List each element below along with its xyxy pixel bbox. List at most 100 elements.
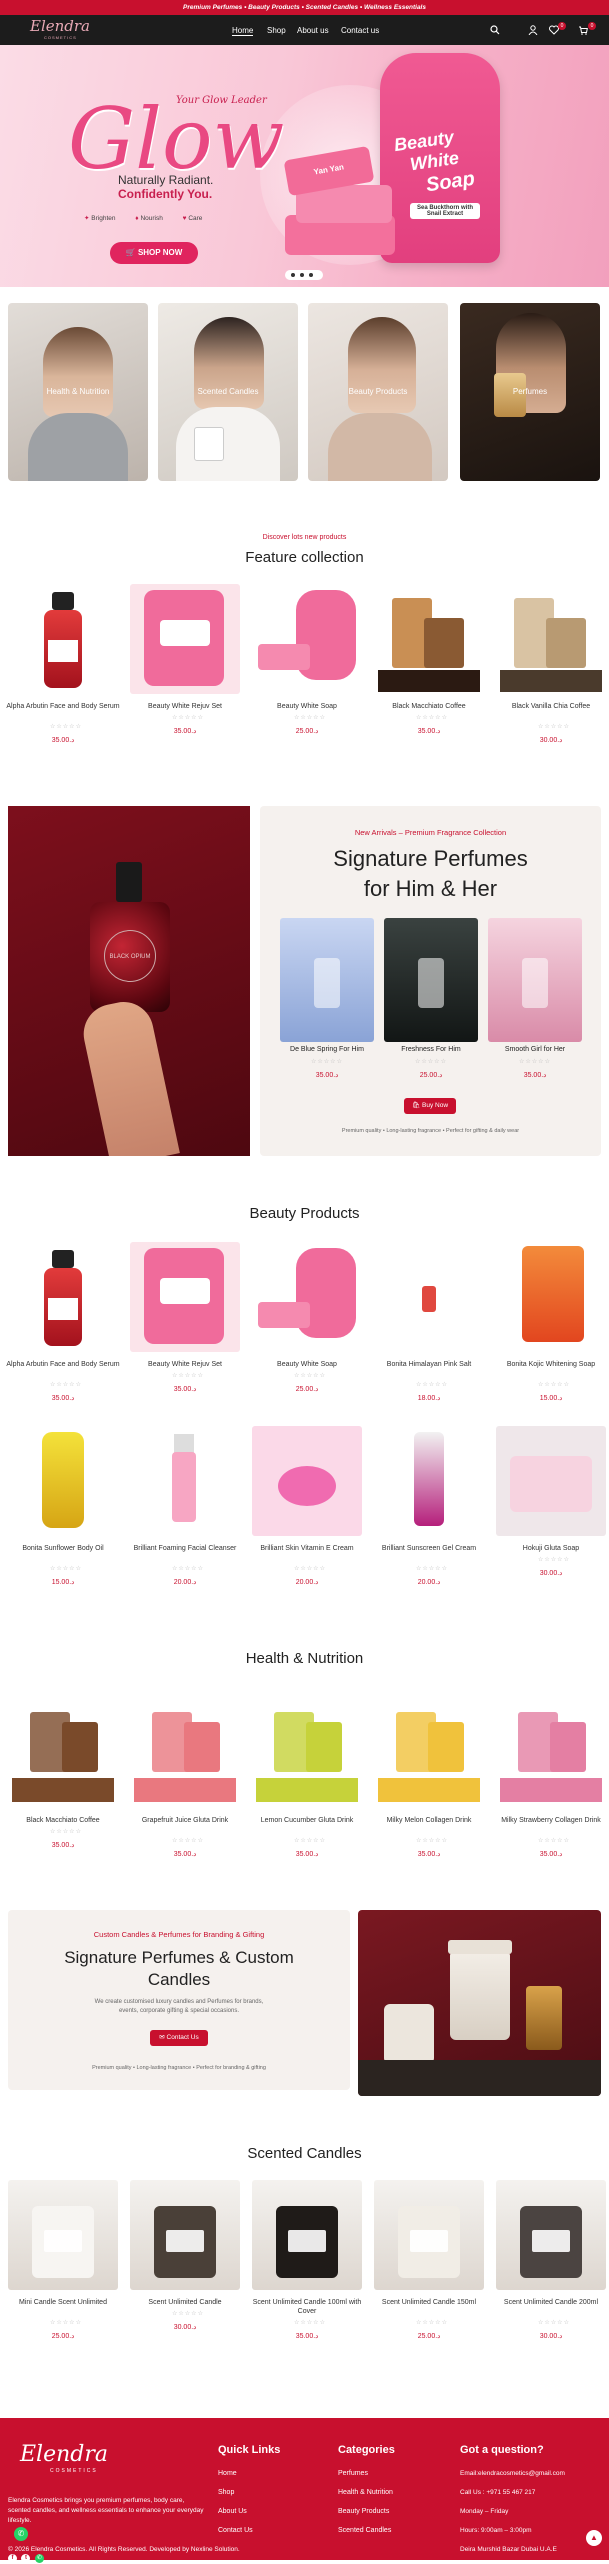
product-card[interactable]: Mini Candle Scent Unlimited ☆☆☆☆☆ 25.00.د	[8, 2180, 118, 2350]
product-name[interactable]: Alpha Arbutin Face and Body Serum	[2, 1360, 124, 1369]
product-image[interactable]	[496, 584, 606, 694]
footer-cat-link[interactable]: Scented Candles	[338, 2527, 391, 2534]
nav-home[interactable]: Home	[232, 26, 254, 36]
product-image[interactable]	[252, 2180, 362, 2290]
product-card[interactable]: Scent Unlimited Candle ☆☆☆☆☆ 30.00.د	[130, 2180, 240, 2350]
product-name[interactable]: Black Macchiato Coffee	[2, 1816, 124, 1825]
product-name[interactable]: Beauty White Rejuv Set	[124, 1360, 246, 1369]
product-image[interactable]	[374, 584, 484, 694]
footer-quick-link[interactable]: Home	[218, 2470, 237, 2477]
product-card[interactable]: Milky Melon Collagen Drink ☆☆☆☆☆ 35.00.د	[374, 1698, 484, 1868]
product-name[interactable]: Alpha Arbutin Face and Body Serum	[2, 702, 124, 711]
perfume-image[interactable]	[280, 918, 374, 1042]
product-card[interactable]: Brilliant Skin Vitamin E Cream ☆☆☆☆☆ 20.00…	[252, 1426, 362, 1596]
product-card[interactable]: Hokuji Gluta Soap ☆☆☆☆☆ 30.00.د	[496, 1426, 606, 1596]
product-image[interactable]	[130, 1426, 240, 1536]
product-card[interactable]: Bonita Kojic Whitening Soap ☆☆☆☆☆ 15.00.د	[496, 1242, 606, 1412]
product-image[interactable]	[496, 1242, 606, 1352]
product-card[interactable]: Scent Unlimited Candle 150ml ☆☆☆☆☆ 25.00.د	[374, 2180, 484, 2350]
perfume-name[interactable]: Smooth Girl for Her	[482, 1046, 588, 1053]
account-icon[interactable]	[528, 25, 538, 35]
product-card[interactable]: Grapefruit Juice Gluta Drink ☆☆☆☆☆ 35.00.د	[130, 1698, 240, 1868]
product-card[interactable]: Beauty White Soap ☆☆☆☆☆ 25.00.د	[252, 584, 362, 754]
product-image[interactable]	[252, 1698, 362, 1808]
product-name[interactable]: Brilliant Skin Vitamin E Cream	[246, 1544, 368, 1553]
product-card[interactable]: Brilliant Foaming Facial Cleanser ☆☆☆☆☆ 20…	[130, 1426, 240, 1596]
product-card[interactable]: Alpha Arbutin Face and Body Serum ☆☆☆☆☆ 35…	[6, 584, 120, 754]
perfume-image[interactable]	[488, 918, 582, 1042]
search-icon[interactable]	[490, 25, 500, 35]
product-image[interactable]	[8, 2180, 118, 2290]
footer-quick-link[interactable]: About Us	[218, 2508, 247, 2515]
product-name[interactable]: Bonita Sunflower Body Oil	[2, 1544, 124, 1553]
category-perfumes[interactable]: Perfumes	[460, 303, 600, 481]
product-card[interactable]: Brilliant Sunscreen Gel Cream ☆☆☆☆☆ 20.00.…	[374, 1426, 484, 1596]
product-name[interactable]: Beauty White Soap	[246, 702, 368, 711]
product-name[interactable]: Scent Unlimited Candle	[124, 2298, 246, 2307]
footer-cat-link[interactable]: Health & Nutrition	[338, 2489, 393, 2496]
footer-logo[interactable]: Elendra	[20, 2442, 108, 2467]
buy-now-button[interactable]: 🛍 Buy Now	[404, 1098, 456, 1114]
product-name[interactable]: Beauty White Soap	[246, 1360, 368, 1369]
whatsapp-float-icon[interactable]: ✆	[14, 2527, 28, 2541]
product-name[interactable]: Beauty White Rejuv Set	[124, 702, 246, 711]
product-image[interactable]	[252, 1242, 362, 1352]
product-image[interactable]	[130, 2180, 240, 2290]
site-logo[interactable]: Elendra COSMETICS	[30, 17, 90, 43]
product-name[interactable]: Brilliant Foaming Facial Cleanser	[124, 1544, 246, 1553]
product-name[interactable]: Grapefruit Juice Gluta Drink	[124, 1816, 246, 1825]
product-name[interactable]: Black Macchiato Coffee	[368, 702, 490, 711]
perfume-card[interactable]: De Blue Spring For Him ☆☆☆☆☆ 35.00.د	[280, 918, 374, 1088]
product-image[interactable]	[8, 584, 118, 694]
category-scented-candles[interactable]: Scented Candles	[158, 303, 298, 481]
product-image[interactable]	[374, 1698, 484, 1808]
product-card[interactable]: Alpha Arbutin Face and Body Serum ☆☆☆☆☆ 35…	[6, 1242, 120, 1412]
product-image[interactable]	[496, 2180, 606, 2290]
product-name[interactable]: Scent Unlimited Candle 100ml with Cover	[246, 2298, 368, 2316]
product-card[interactable]: Black Macchiato Coffee ☆☆☆☆☆ 35.00.د	[8, 1698, 118, 1868]
nav-contact[interactable]: Contact us	[341, 26, 379, 35]
product-card[interactable]: Bonita Himalayan Pink Salt ☆☆☆☆☆ 18.00.د	[374, 1242, 484, 1412]
product-image[interactable]	[252, 584, 362, 694]
carousel-dot-2[interactable]	[300, 273, 304, 277]
footer-phone[interactable]: Call Us : +971 55 467 217	[460, 2489, 535, 2496]
perfume-card[interactable]: Freshness For Him ☆☆☆☆☆ 25.00.د	[384, 918, 478, 1088]
product-name[interactable]: Bonita Kojic Whitening Soap	[490, 1360, 609, 1369]
product-card[interactable]: Scent Unlimited Candle 200ml ☆☆☆☆☆ 30.00.د	[496, 2180, 606, 2350]
facebook-icon[interactable]: f	[8, 2554, 17, 2563]
back-to-top-button[interactable]: ▲	[586, 2530, 602, 2546]
cart-icon[interactable]	[578, 25, 588, 35]
product-image[interactable]	[8, 1426, 118, 1536]
nav-shop[interactable]: Shop	[267, 26, 286, 35]
product-image[interactable]	[496, 1698, 606, 1808]
product-card[interactable]: Lemon Cucumber Gluta Drink ☆☆☆☆☆ 35.00.د	[252, 1698, 362, 1868]
footer-cat-link[interactable]: Beauty Products	[338, 2508, 389, 2515]
perfume-name[interactable]: De Blue Spring For Him	[274, 1046, 380, 1053]
product-name[interactable]: Milky Strawberry Collagen Drink	[490, 1816, 609, 1825]
product-card[interactable]: Black Macchiato Coffee ☆☆☆☆☆ 35.00.د	[374, 584, 484, 754]
contact-us-button[interactable]: ✉ Contact Us	[150, 2030, 208, 2046]
product-name[interactable]: Milky Melon Collagen Drink	[368, 1816, 490, 1825]
footer-email[interactable]: Email:elendracosmetics@gmail.com	[460, 2470, 565, 2477]
category-beauty-products[interactable]: Beauty Products	[308, 303, 448, 481]
product-card[interactable]: Beauty White Rejuv Set ☆☆☆☆☆ 35.00.د	[130, 1242, 240, 1412]
shop-now-button[interactable]: 🛒 SHOP NOW	[110, 242, 198, 264]
product-image[interactable]	[374, 1426, 484, 1536]
product-card[interactable]: Beauty White Soap ☆☆☆☆☆ 25.00.د	[252, 1242, 362, 1412]
product-image[interactable]	[130, 584, 240, 694]
footer-cat-link[interactable]: Perfumes	[338, 2470, 368, 2477]
product-image[interactable]	[252, 1426, 362, 1536]
product-name[interactable]: Scent Unlimited Candle 200ml	[490, 2298, 609, 2307]
product-name[interactable]: Lemon Cucumber Gluta Drink	[246, 1816, 368, 1825]
footer-quick-link[interactable]: Shop	[218, 2489, 234, 2496]
perfume-card[interactable]: Smooth Girl for Her ☆☆☆☆☆ 35.00.د	[488, 918, 582, 1088]
product-image[interactable]	[374, 2180, 484, 2290]
product-card[interactable]: Black Vanilla Chia Coffee ☆☆☆☆☆ 30.00.د	[496, 584, 606, 754]
product-image[interactable]	[496, 1426, 606, 1536]
product-name[interactable]: Hokuji Gluta Soap	[490, 1544, 609, 1553]
product-card[interactable]: Beauty White Rejuv Set ☆☆☆☆☆ 35.00.د	[130, 584, 240, 754]
product-name[interactable]: Black Vanilla Chia Coffee	[490, 702, 609, 711]
nav-about[interactable]: About us	[297, 26, 329, 35]
product-image[interactable]	[130, 1698, 240, 1808]
footer-quick-link[interactable]: Contact Us	[218, 2527, 253, 2534]
